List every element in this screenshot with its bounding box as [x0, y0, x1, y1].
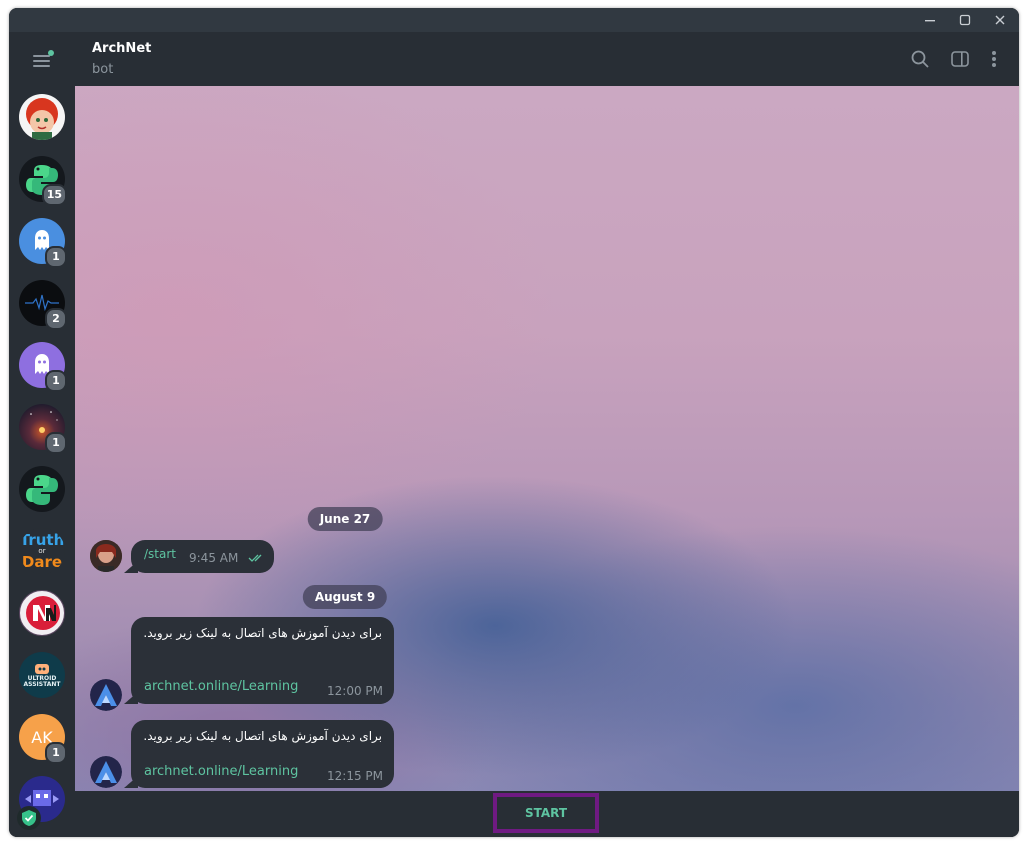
nn-logo-icon: [26, 596, 60, 630]
python-logo-icon: [26, 475, 58, 505]
date-separator: June 27: [307, 507, 383, 531]
unread-badge: 1: [45, 246, 67, 268]
chat-ghost-purple[interactable]: 1: [19, 342, 67, 392]
command-text[interactable]: /start: [144, 547, 176, 561]
bot-avatar[interactable]: [90, 756, 122, 788]
telegram-window: 15 1 2 1 1 Truth or Dare ULTROID ASSISTA…: [9, 8, 1019, 837]
unread-badge: 1: [45, 370, 67, 392]
double-check-icon: [248, 554, 262, 562]
hamburger-menu-icon[interactable]: [29, 50, 55, 70]
incoming-message[interactable]: برای دیدن آموزش های اتصال به لینک زیر بر…: [124, 617, 394, 704]
close-icon[interactable]: [989, 10, 1011, 30]
chat-red-hair-girl[interactable]: [19, 94, 65, 140]
chat-sidebar: 15 1 2 1 1 Truth or Dare ULTROID ASSISTA…: [9, 32, 75, 837]
chat-truth-or-dare[interactable]: Truth or Dare: [19, 528, 65, 574]
search-icon[interactable]: [907, 46, 933, 72]
sidebar-toggle-icon[interactable]: [947, 46, 973, 72]
user-avatar[interactable]: [90, 540, 122, 572]
message-time: 12:15 PM: [327, 769, 383, 783]
cartoon-girl-avatar-icon: [26, 98, 58, 140]
outgoing-message[interactable]: /start 9:45 AM: [124, 540, 274, 573]
chat-pixel-bot[interactable]: [17, 776, 65, 830]
unread-badge: 1: [45, 432, 67, 454]
chat-title[interactable]: ArchNet: [92, 41, 151, 56]
message-text: برای دیدن آموزش های اتصال به لینک زیر بر…: [143, 729, 382, 743]
assistant-logo-text: ASSISTANT: [23, 681, 61, 688]
unread-badge: 15: [41, 184, 67, 206]
bot-avatar[interactable]: [90, 679, 122, 711]
bottom-bar: START: [75, 791, 1019, 837]
notification-dot: [48, 50, 54, 56]
unread-badge: 1: [45, 742, 67, 764]
chat-python[interactable]: 15: [19, 156, 67, 206]
robot-logo-icon: [35, 664, 49, 674]
learning-link[interactable]: archnet.online/Learning: [144, 679, 298, 694]
dare-logo-text: Dare: [21, 552, 63, 571]
verified-shield-icon: [17, 806, 41, 830]
chat-nn-logo[interactable]: [19, 590, 65, 636]
message-history[interactable]: June 27 /start 9:45 AM August 9 برای دید…: [75, 86, 1019, 791]
maximize-icon[interactable]: [954, 10, 976, 30]
chat-header: ArchNet bot: [75, 32, 1019, 86]
start-button[interactable]: START: [493, 793, 599, 833]
chat-ak[interactable]: AK 1: [19, 714, 67, 764]
truth-logo-text: Truth: [19, 530, 65, 549]
message-time: 12:00 PM: [327, 684, 383, 698]
chat-python-2[interactable]: [19, 466, 65, 512]
chat-ultroid-assistant[interactable]: ULTROID ASSISTANT: [19, 652, 65, 698]
incoming-message[interactable]: برای دیدن آموزش های اتصال به لینک زیر بر…: [124, 720, 394, 788]
message-time: 9:45 AM: [189, 551, 239, 565]
learning-link[interactable]: archnet.online/Learning: [144, 764, 298, 779]
title-bar: [9, 8, 1019, 32]
chat-dark-wave[interactable]: 2: [19, 280, 67, 330]
minimize-icon[interactable]: [919, 10, 941, 30]
unread-badge: 2: [45, 308, 67, 330]
chat-ghost-blue[interactable]: 1: [19, 218, 67, 268]
chat-campfire[interactable]: 1: [19, 404, 67, 454]
chat-status: bot: [92, 62, 114, 77]
date-separator: August 9: [302, 585, 388, 609]
more-options-icon[interactable]: [981, 46, 1007, 72]
message-text: برای دیدن آموزش های اتصال به لینک زیر بر…: [143, 626, 382, 640]
